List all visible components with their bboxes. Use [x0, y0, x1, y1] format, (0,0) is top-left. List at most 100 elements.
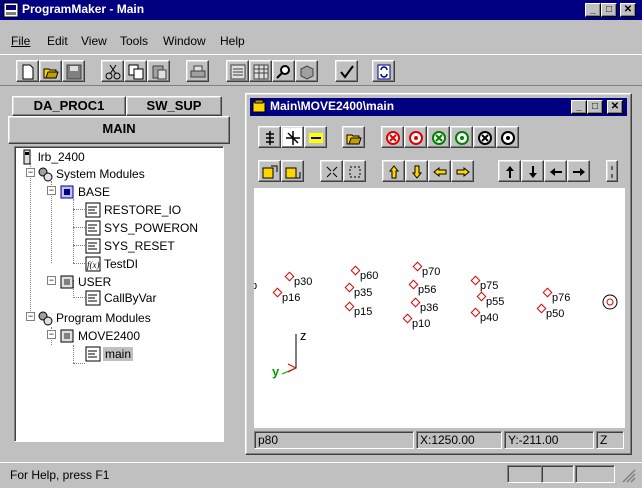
arrow-right-yellow-icon: [456, 166, 470, 178]
joint-mode-button[interactable]: [258, 126, 281, 148]
menu-bar: File Edit View Tools Window Help: [0, 34, 642, 52]
x-coordinate-field: X:1250.00: [416, 431, 502, 449]
tree-expander-base[interactable]: −: [47, 186, 56, 195]
tree-expander-program-modules[interactable]: −: [26, 312, 35, 321]
folder-icon: [346, 134, 362, 145]
app-icon: [3, 2, 19, 18]
print-icon: [190, 65, 206, 78]
arrow-down-yellow-icon: [411, 165, 423, 179]
tree-expander-user[interactable]: −: [47, 276, 56, 285]
zoom-in-button[interactable]: [320, 160, 343, 182]
target-gray-x-button[interactable]: [473, 126, 496, 148]
coordinate-axes-icon: [281, 334, 298, 375]
module-icon: [300, 65, 314, 80]
program-tree[interactable]: − − − − − lrb_2400 System Modules BASE R…: [14, 146, 224, 442]
target-red-button[interactable]: [404, 126, 427, 148]
menu-tools[interactable]: Tools: [120, 34, 148, 48]
sync-button[interactable]: [372, 60, 395, 82]
paste-button[interactable]: [147, 60, 170, 82]
jog-left-button[interactable]: [544, 160, 567, 182]
child-window: Main\MOVE2400\main _ □ ✕ p p30 p16 p60 p…: [245, 93, 632, 455]
zoom-out-icon: [349, 166, 361, 178]
svg-text:f(x): f(x): [87, 260, 100, 270]
resize-grip-icon[interactable]: [622, 469, 636, 483]
target-gray-button[interactable]: [496, 126, 519, 148]
find-icon: [276, 65, 290, 79]
jog-up-button[interactable]: [498, 160, 521, 182]
jog-down-button[interactable]: [521, 160, 544, 182]
target-green-x-icon: [432, 131, 446, 145]
module-load-icon: [262, 165, 278, 179]
graphics-view[interactable]: p p30 p16 p60 p35 p15 p70 p56 p36 p10 p7…: [254, 188, 625, 428]
check-button[interactable]: [335, 60, 358, 82]
status-panel: [541, 465, 574, 483]
module-save-button[interactable]: [281, 160, 304, 182]
save-icon: [66, 64, 82, 80]
target-green-button[interactable]: [450, 126, 473, 148]
target-red-x-button[interactable]: [381, 126, 404, 148]
module-save-icon: [285, 167, 301, 179]
new-button[interactable]: [16, 60, 39, 82]
cut-button[interactable]: [101, 60, 124, 82]
maximize-button[interactable]: □: [601, 3, 617, 17]
minimize-button[interactable]: _: [585, 3, 601, 17]
print-button[interactable]: [186, 60, 209, 82]
save-button[interactable]: [62, 60, 85, 82]
minimize-icon: _: [576, 101, 582, 112]
folder-button[interactable]: [342, 126, 365, 148]
axis-y-label: y: [272, 364, 280, 379]
open-button[interactable]: [39, 60, 62, 82]
new-icon: [22, 64, 34, 80]
jog-right-button[interactable]: [567, 160, 590, 182]
child-close-button[interactable]: ✕: [607, 100, 623, 114]
move-left-button[interactable]: [428, 160, 451, 182]
move-down-button[interactable]: [405, 160, 428, 182]
menu-file[interactable]: File: [11, 34, 30, 48]
target-green-x-button[interactable]: [427, 126, 450, 148]
tree-expander-system-modules[interactable]: −: [26, 168, 35, 177]
child-titlebar[interactable]: Main\MOVE2400\main _ □ ✕: [250, 98, 627, 116]
menu-view[interactable]: View: [81, 34, 107, 48]
status-panel: [507, 465, 542, 483]
child-maximize-button[interactable]: □: [587, 100, 603, 114]
tab-sw-sup[interactable]: SW_SUP: [126, 96, 222, 116]
target-x-icon: [386, 131, 400, 145]
status-bar: For Help, press F1: [0, 462, 642, 488]
grid-icon: [253, 64, 269, 80]
procedure-icon: [85, 346, 101, 362]
find-button[interactable]: [272, 60, 295, 82]
linear-mode-button[interactable]: [281, 126, 304, 148]
move-up-button[interactable]: [382, 160, 405, 182]
arrow-left-icon: [550, 168, 562, 176]
sync-icon: [377, 64, 391, 80]
joint-icon: [266, 131, 274, 145]
left-panel: DA_PROC1 SW_SUP MAIN − − − − − lrb_2400 …: [8, 90, 230, 448]
module-icon: [60, 185, 74, 199]
procedure-icon: [85, 202, 101, 218]
target-gray-x-icon: [478, 131, 492, 145]
grid-button[interactable]: [249, 60, 272, 82]
tree-expander-move2400[interactable]: −: [47, 330, 56, 339]
zoom-out-button[interactable]: [343, 160, 366, 182]
highlight-button[interactable]: [304, 126, 327, 148]
target-gray-icon: [501, 131, 515, 145]
app-titlebar[interactable]: ProgramMaker - Main _ □ ✕: [0, 0, 642, 20]
menu-edit[interactable]: Edit: [47, 34, 68, 48]
toolbar-overflow-button[interactable]: [606, 160, 618, 182]
child-minimize-button[interactable]: _: [571, 100, 587, 114]
move-right-button[interactable]: [451, 160, 474, 182]
close-button[interactable]: ✕: [620, 3, 636, 17]
highlight-icon: [309, 133, 323, 143]
menu-window[interactable]: Window: [163, 34, 206, 48]
copy-button[interactable]: [124, 60, 147, 82]
copy-icon: [128, 64, 144, 80]
status-panel: [575, 465, 615, 483]
app-title: ProgramMaker - Main: [22, 2, 145, 16]
overflow-icon: [611, 166, 613, 178]
module-load-button[interactable]: [258, 160, 281, 182]
menu-help[interactable]: Help: [220, 34, 245, 48]
tab-da-proc1[interactable]: DA_PROC1: [12, 96, 126, 116]
form-button[interactable]: [226, 60, 249, 82]
module-button[interactable]: [295, 60, 318, 82]
cut-icon: [105, 64, 121, 80]
